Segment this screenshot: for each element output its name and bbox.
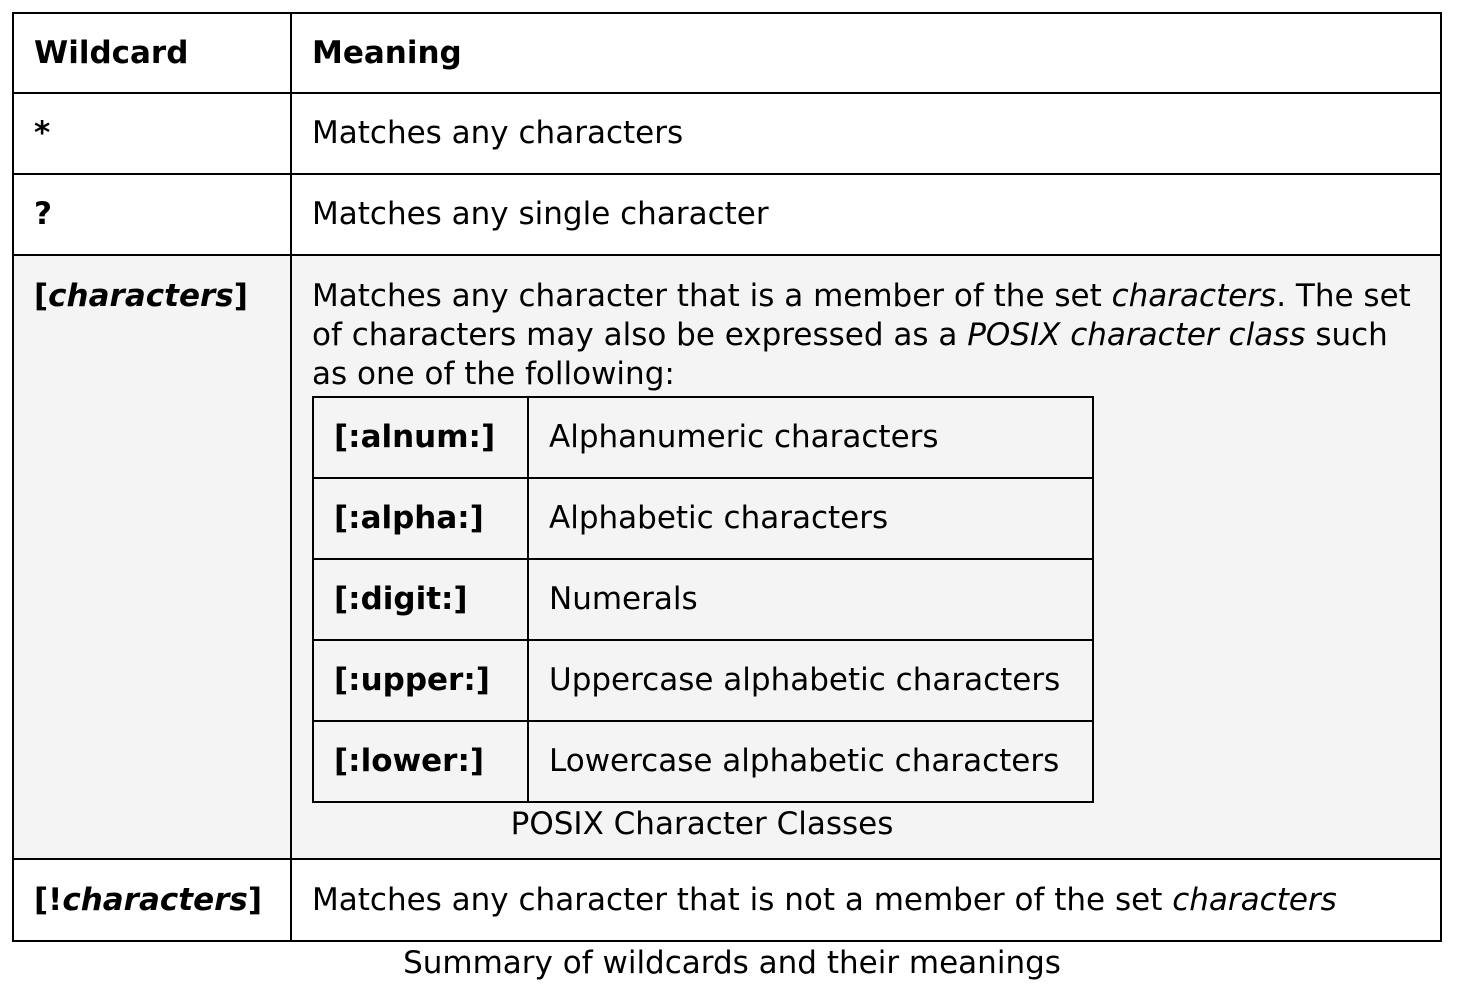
meaning-charset-part1: Matches any character that is a member o…: [312, 278, 1112, 314]
posix-class-name: [:alnum:]: [312, 396, 529, 479]
wildcard-notset-open: [!: [34, 882, 63, 918]
wildcard-notset: [!characters]: [12, 858, 292, 942]
posix-class-name: [:alpha:]: [312, 477, 529, 560]
wildcard-notset-close: ]: [247, 882, 263, 918]
wildcard-notset-italic: characters: [62, 882, 248, 918]
posix-class-name: [:upper:]: [312, 639, 529, 722]
meaning-notset-part1: Matches any character that is not a memb…: [312, 882, 1173, 918]
table-caption: Summary of wildcards and their meanings: [403, 945, 1061, 981]
table-row: * Matches any characters: [12, 92, 1442, 175]
table-row: [!characters] Matches any character that…: [12, 858, 1442, 942]
posix-class-meaning: Alphabetic characters: [527, 477, 1094, 560]
posix-class-meaning: Alphanumeric characters: [527, 396, 1094, 479]
posix-class-meaning: Lowercase alphabetic characters: [527, 720, 1094, 803]
meaning-star: Matches any characters: [290, 92, 1442, 175]
table-row: [:digit:] Numerals: [312, 558, 1094, 641]
meaning-charset-italic2: POSIX character class: [967, 317, 1306, 353]
wildcard-star: *: [12, 92, 292, 175]
header-wildcard: Wildcard: [12, 12, 292, 94]
table-row: [:lower:] Lowercase alphabetic character…: [312, 720, 1094, 803]
wildcard-charset-open: [: [34, 278, 49, 314]
wildcard-charset: [characters]: [12, 254, 292, 860]
table-row: ? Matches any single character: [12, 173, 1442, 256]
wildcard-question: ?: [12, 173, 292, 256]
posix-class-name: [:lower:]: [312, 720, 529, 803]
posix-table-caption: POSIX Character Classes: [510, 806, 894, 842]
table-row: [:upper:] Uppercase alphabetic character…: [312, 639, 1094, 722]
meaning-notset: Matches any character that is not a memb…: [290, 858, 1442, 942]
posix-class-meaning: Numerals: [527, 558, 1094, 641]
meaning-charset-italic1: characters: [1111, 278, 1277, 314]
meaning-notset-italic1: characters: [1172, 882, 1337, 918]
table-row: [:alnum:] Alphanumeric characters: [312, 396, 1094, 479]
table-row: [characters] Matches any character that …: [12, 254, 1442, 860]
wildcards-table: Wildcard Meaning * Matches any character…: [12, 12, 1442, 942]
meaning-charset-text: Matches any character that is a member o…: [312, 277, 1420, 394]
table-row: [:alpha:] Alphabetic characters: [312, 477, 1094, 560]
meaning-question: Matches any single character: [290, 173, 1442, 256]
wildcard-charset-close: ]: [233, 278, 248, 314]
posix-classes-table: [:alnum:] Alphanumeric characters [:alph…: [312, 396, 1094, 803]
posix-class-name: [:digit:]: [312, 558, 529, 641]
meaning-charset: Matches any character that is a member o…: [290, 254, 1442, 860]
wildcard-charset-italic: characters: [48, 278, 234, 314]
table-header-row: Wildcard Meaning: [12, 12, 1442, 94]
header-meaning: Meaning: [290, 12, 1442, 94]
posix-class-meaning: Uppercase alphabetic characters: [527, 639, 1094, 722]
